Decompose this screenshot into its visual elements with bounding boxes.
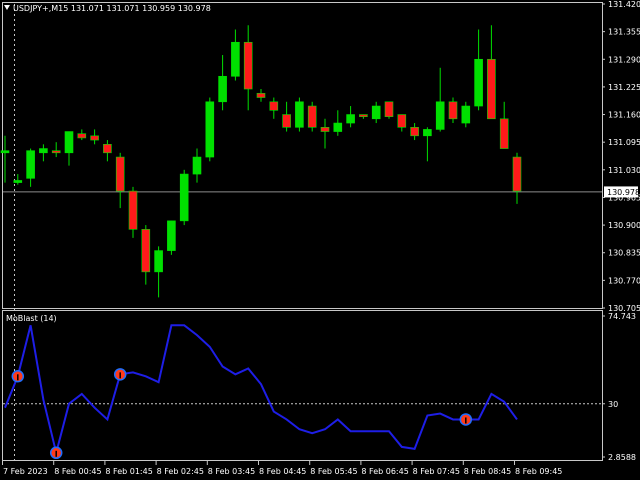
bull-candle-body: [474, 58, 483, 107]
bear-candle-body: [141, 229, 151, 273]
indicator-tick-label: 30: [608, 400, 618, 409]
time-tick-label: 8 Feb 02:45: [157, 467, 204, 476]
bull-candle-body: [295, 101, 304, 128]
price-tick-label: 130.835: [608, 249, 640, 258]
bull-candle-body: [205, 101, 215, 158]
bull-candle-body: [64, 131, 74, 154]
bull-candle-body: [218, 75, 227, 103]
current-price-label: 130.978: [607, 188, 640, 197]
time-tick-label: 8 Feb 01:45: [105, 467, 152, 476]
time-tick-label: 8 Feb 03:45: [208, 467, 255, 476]
bull-candle-body: [179, 173, 189, 222]
bear-candle-body: [115, 156, 125, 192]
signal-marker: [459, 413, 473, 426]
bear-candle-body: [410, 127, 419, 137]
candle: [205, 97, 215, 162]
bull-candle-body: [435, 101, 445, 130]
signal-marker: [113, 368, 127, 381]
time-tick-label: 8 Feb 00:45: [54, 467, 101, 476]
indicator-tick-label: 74.743: [608, 312, 636, 321]
bull-candle-body: [423, 129, 432, 137]
bear-candle-body: [51, 150, 61, 154]
time-tick-label: 8 Feb 06:45: [361, 467, 408, 476]
bull-candle-body: [461, 105, 471, 124]
price-tick-label: 131.030: [608, 166, 640, 175]
bull-candle-body: [26, 150, 35, 179]
time-tick-label: 8 Feb 09:45: [515, 467, 562, 476]
bull-candle-body: [346, 114, 355, 124]
time-tick-label: 7 Feb 2023: [3, 467, 48, 476]
bull-candle-body: [167, 220, 176, 251]
bear-candle-body: [77, 133, 87, 139]
bear-candle-body: [448, 101, 458, 120]
price-tick-label: 131.225: [608, 83, 640, 92]
bear-candle-body: [320, 127, 330, 132]
bull-candle-body: [13, 180, 23, 183]
candle: [295, 97, 304, 132]
time-tick-label: 8 Feb 08:45: [464, 467, 511, 476]
price-tick-label: 130.770: [608, 276, 640, 285]
bull-candle-body: [231, 41, 240, 77]
bear-candle-body: [269, 101, 279, 111]
candle: [384, 101, 394, 119]
bull-candle-body: [333, 122, 343, 132]
signal-marker: [49, 446, 63, 460]
indicator-tick-label: 2.8588: [608, 453, 636, 462]
bear-candle-body: [359, 114, 368, 117]
bear-candle-body: [512, 156, 522, 192]
bull-candle-body: [0, 150, 10, 154]
price-tick-label: 131.355: [608, 28, 640, 37]
bear-candle-body: [384, 101, 394, 117]
symbol-header: USDJPY+,M15 131.071 131.071 130.959 130.…: [13, 4, 211, 13]
candle: [167, 220, 176, 255]
bear-candle-body: [499, 118, 509, 149]
bear-candle-body: [243, 41, 253, 90]
bear-candle-body: [90, 135, 99, 141]
bull-candle-body: [154, 250, 163, 273]
indicator-title: MoBlast (14): [6, 314, 57, 323]
time-tick-label: 8 Feb 07:45: [413, 467, 460, 476]
bull-candle-body: [39, 148, 48, 154]
chart-window: 131.420 131.355 131.290 131.225 131.160 131.0…: [0, 0, 640, 480]
price-tick-label: 130.900: [608, 221, 640, 230]
time-tick-label: 8 Feb 04:45: [259, 467, 306, 476]
signal-marker: [11, 370, 25, 383]
candle: [179, 169, 189, 226]
bear-candle-body: [307, 105, 317, 128]
bear-candle-body: [487, 58, 496, 120]
candle: [307, 101, 317, 132]
price-tick-label: 131.420: [608, 0, 640, 9]
bear-candle-body: [397, 114, 407, 128]
time-tick-label: 8 Feb 05:45: [310, 467, 357, 476]
price-tick-label: 131.290: [608, 55, 640, 64]
bull-candle-body: [192, 156, 202, 175]
bear-candle-body: [282, 114, 291, 128]
price-tick-label: 131.160: [608, 111, 640, 120]
price-tick-label: 131.095: [608, 138, 640, 147]
bear-candle-body: [103, 144, 112, 154]
bull-candle-body: [371, 105, 381, 120]
bear-candle-body: [128, 190, 138, 230]
bear-candle-body: [256, 92, 266, 98]
